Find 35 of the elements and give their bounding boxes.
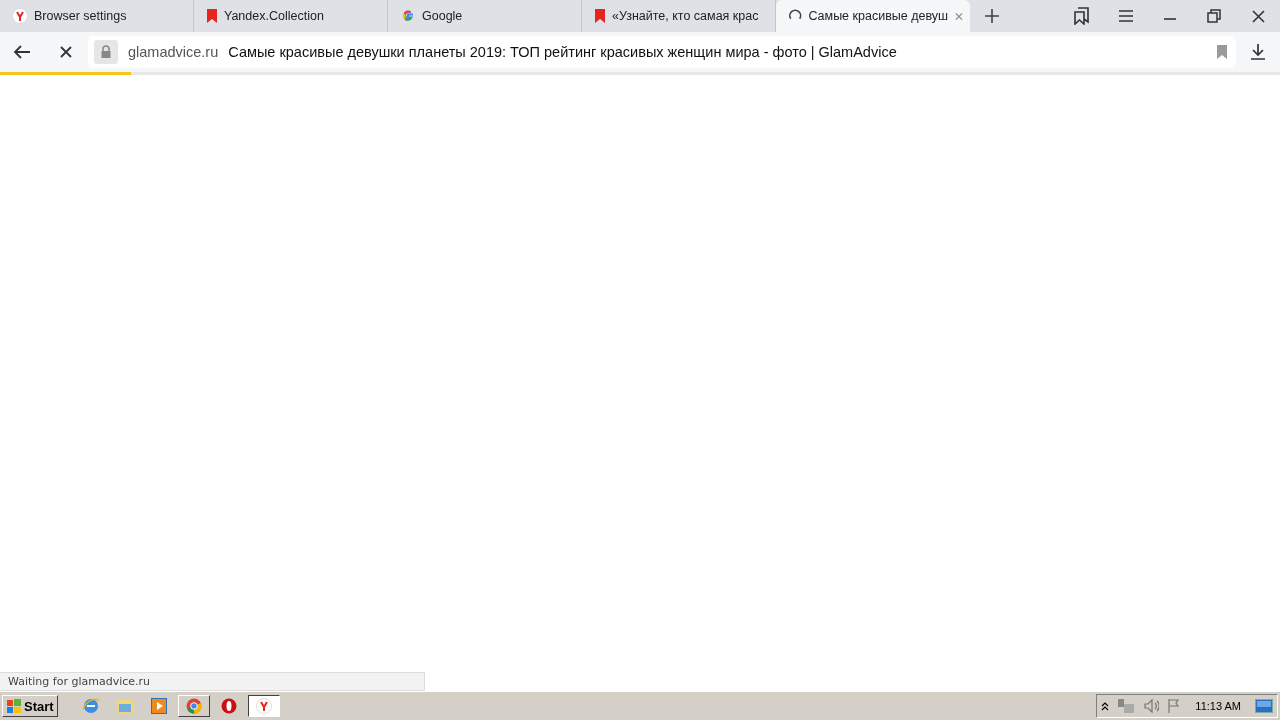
- browser-tab[interactable]: Самые красивые девуш: [776, 0, 970, 32]
- back-arrow-icon: [13, 43, 31, 61]
- clock: 11:13 AM: [1195, 700, 1241, 712]
- browser-e-icon: [81, 697, 100, 715]
- yandex-logo-icon: [255, 698, 272, 714]
- chevron-up-icon: [1101, 701, 1110, 711]
- speaker-icon: [1143, 698, 1160, 714]
- opera-logo-icon: [220, 698, 237, 714]
- flag-icon: [1167, 698, 1182, 714]
- bookmarks-icon: [1073, 7, 1091, 25]
- padlock-icon: [100, 45, 112, 59]
- folder-icon: [115, 698, 134, 714]
- network-icon: [1117, 698, 1136, 714]
- yandex-logo-icon: [12, 8, 28, 24]
- plus-icon: [984, 8, 1000, 24]
- bookmark-icon: [594, 9, 606, 23]
- close-icon: [954, 10, 964, 22]
- google-logo-icon: [400, 8, 416, 24]
- media-player-icon: [150, 698, 167, 714]
- status-bubble: Waiting for glamadvice.ru: [0, 672, 425, 691]
- bookmark-icon: [206, 9, 218, 23]
- address-bar[interactable]: glamadvice.ru Самые красивые девушки планеты 2019: ТОП рейтинг красивых женщин мира - фото | GlamAdvice: [88, 36, 1236, 68]
- show-desktop-icon: [1255, 699, 1273, 713]
- bookmark-icon: [1216, 45, 1228, 59]
- windows-flag-icon: [6, 698, 22, 714]
- restore-icon: [1207, 9, 1221, 23]
- page-title: Самые красивые девушки планеты 2019: ТОП рейтинг красивых женщин мира - фото | GlamAdvice: [228, 44, 898, 60]
- chrome-logo-icon: [185, 698, 202, 714]
- download-icon: [1249, 43, 1267, 61]
- site-domain: glamadvice.ru: [128, 44, 219, 60]
- taskbar-button[interactable]: [247, 695, 280, 717]
- close-icon: [1251, 9, 1265, 23]
- start-button[interactable]: Start: [2, 695, 58, 717]
- menu-icon: [1118, 8, 1134, 24]
- close-icon: [60, 46, 72, 58]
